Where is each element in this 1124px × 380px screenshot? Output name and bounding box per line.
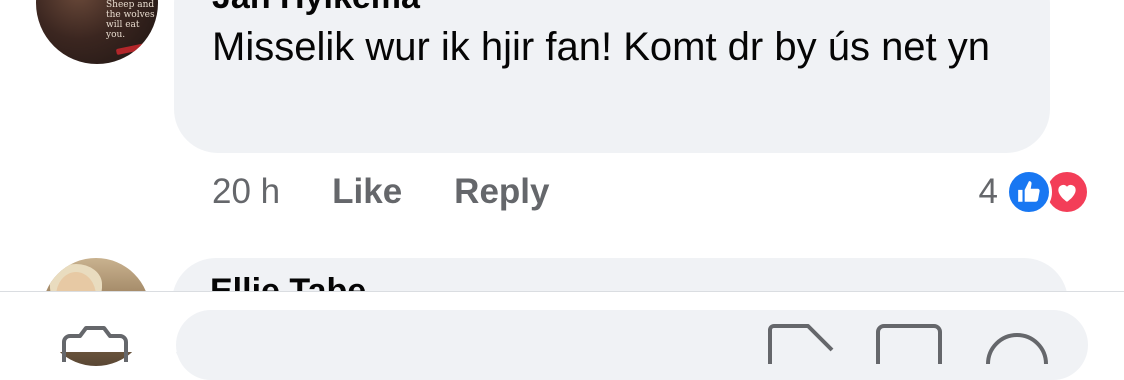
comment-timestamp[interactable]: 20 h: [212, 172, 280, 212]
gif-icon[interactable]: [766, 324, 836, 364]
comment-author[interactable]: Jan Hylkema: [212, 0, 420, 17]
comment-input-pill[interactable]: [176, 310, 1088, 380]
avatar-quote: Sheep and the wolves will eat you.: [106, 0, 155, 40]
like-button[interactable]: Like: [332, 172, 402, 212]
reply-button[interactable]: Reply: [454, 172, 549, 212]
avatar-stamp: [115, 40, 157, 56]
emoji-icon[interactable]: [982, 324, 1052, 364]
like-icon: [1006, 169, 1052, 215]
comment-input[interactable]: [206, 324, 730, 366]
reaction-summary[interactable]: 4: [979, 168, 1090, 216]
comment-text: Misselik wur ik hjir fan! Komt dr by ús …: [212, 25, 991, 69]
comment-composer: [0, 291, 1124, 380]
sticker-icon[interactable]: [874, 324, 944, 364]
avatar[interactable]: Sheep and the wolves will eat you.: [36, 0, 158, 64]
comment-bubble: [174, 0, 1050, 153]
camera-icon[interactable]: [58, 324, 132, 364]
comment-actions: 20 h Like Reply: [212, 170, 549, 214]
reaction-count: 4: [978, 172, 998, 211]
